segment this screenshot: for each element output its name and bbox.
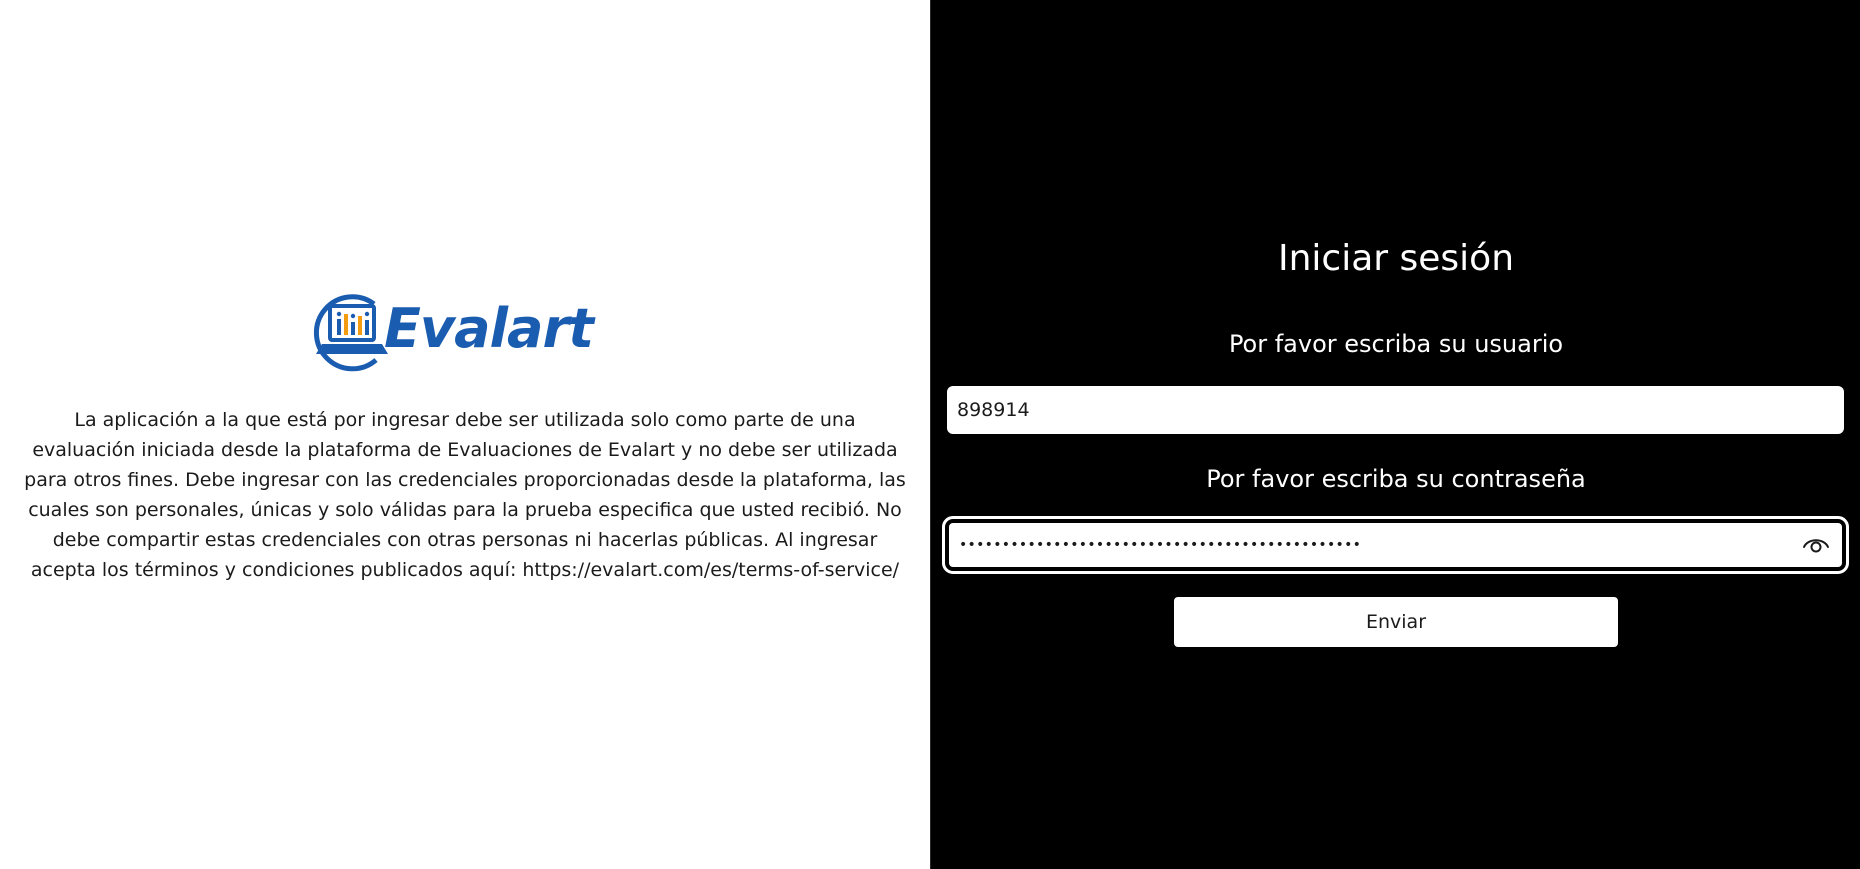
username-field-box [947,386,1844,434]
username-input[interactable] [947,386,1844,434]
show-password-button[interactable] [1798,529,1834,561]
evalart-logo: Evalart [312,292,617,372]
login-panel: Iniciar sesión Por favor escriba su usua… [930,0,1860,869]
submit-button[interactable]: Enviar [1174,597,1618,647]
login-title: Iniciar sesión [1277,238,1515,279]
logo-wordmark: Evalart [384,297,594,360]
eye-icon [1803,539,1829,553]
password-label: Por favor escriba su contraseña [1206,465,1586,493]
info-panel: Evalart La aplicación a la que está por … [0,0,930,869]
login-page: Evalart La aplicación a la que está por … [0,0,1860,869]
password-field-box[interactable]: ••••••••••••••••••••••••••••••••••••••••… [942,516,1849,574]
evalart-logo-icon [313,294,388,372]
disclaimer-text: La aplicación a la que está por ingresar… [24,409,906,581]
username-label: Por favor escriba su usuario [1228,330,1564,358]
password-input[interactable]: ••••••••••••••••••••••••••••••••••••••••… [959,523,1361,567]
